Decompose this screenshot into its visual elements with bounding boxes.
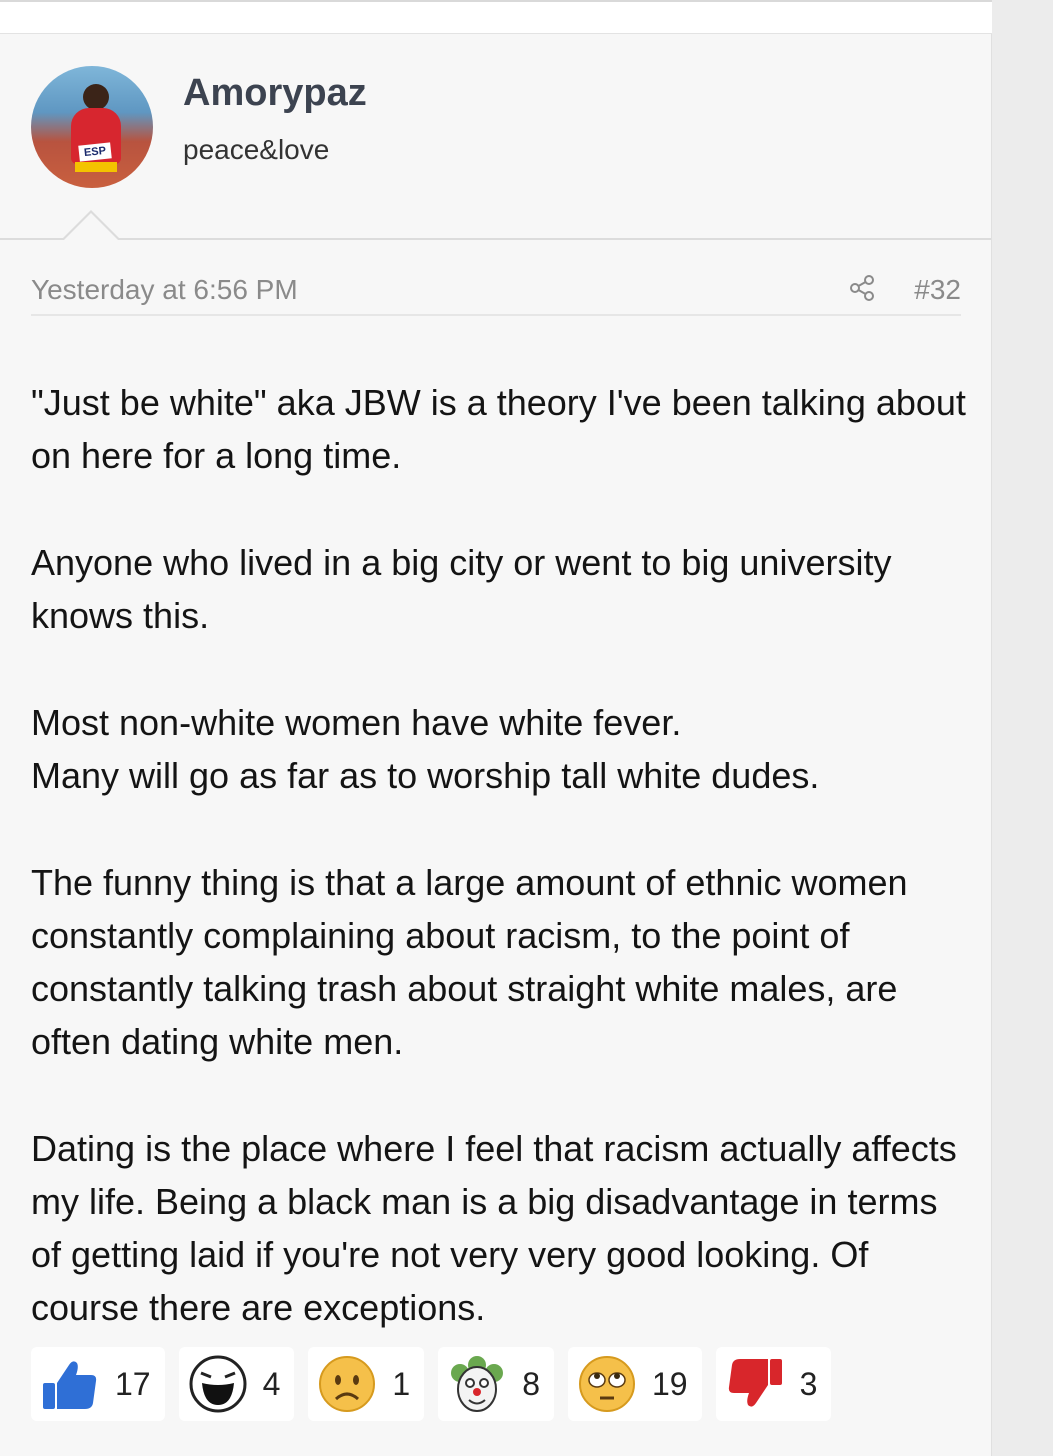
avatar[interactable]: ESP [31,66,153,188]
eye-roll-face-icon [578,1356,635,1412]
reaction-sad[interactable]: 1 [308,1347,425,1421]
reaction-count: 8 [522,1365,540,1402]
reaction-clown[interactable]: 8 [438,1347,554,1421]
author-title: peace&love [183,134,330,165]
reaction-laugh[interactable]: 4 [178,1347,295,1421]
post-author-block: ESP Amorypaz peace&love [0,34,991,240]
message-paragraph: "Just be white" aka JBW is a theory I've… [31,382,966,476]
reaction-eye-roll[interactable]: 19 [567,1347,702,1421]
author-pointer-fill [64,213,118,240]
post-number-link[interactable]: #32 [914,274,961,306]
message-paragraph: Anyone who lived in a big city or went t… [31,542,892,636]
avatar-bib: ESP [78,142,112,162]
clown-face-icon [451,1356,504,1412]
message-paragraph: The funny thing is that a large amount o… [31,862,908,1062]
reaction-bar: 17 4 1 8 19 3 [31,1347,832,1421]
post-meta: Yesterday at 6:56 PM #32 [31,270,961,316]
reaction-count: 17 [115,1365,151,1402]
avatar-head [83,84,109,110]
reaction-dislike[interactable]: 3 [715,1347,832,1421]
laughing-face-icon [189,1355,247,1413]
avatar-band [75,162,117,172]
thumbs-up-icon [43,1361,97,1409]
forum-post: ESP Amorypaz peace&love Yesterday at 6:5… [0,34,992,1456]
reaction-like[interactable]: 17 [31,1347,165,1421]
message-paragraph: Most non-white women have white fever. M… [31,702,820,796]
message-paragraph: Dating is the place where I feel that ra… [31,1128,957,1328]
reaction-count: 1 [392,1365,411,1402]
reaction-count: 19 [651,1365,688,1402]
sad-face-icon [319,1356,376,1412]
reaction-count: 3 [799,1365,818,1402]
author-username[interactable]: Amorypaz [183,72,367,115]
page-gutter [992,0,1053,1456]
post-date[interactable]: Yesterday at 6:56 PM [31,274,298,306]
previous-post-edge [0,0,992,34]
thumbs-down-icon [728,1359,782,1407]
reaction-count: 4 [262,1365,281,1402]
post-message: "Just be white" aka JBW is a theory I've… [31,376,971,1388]
share-icon[interactable] [847,273,877,303]
